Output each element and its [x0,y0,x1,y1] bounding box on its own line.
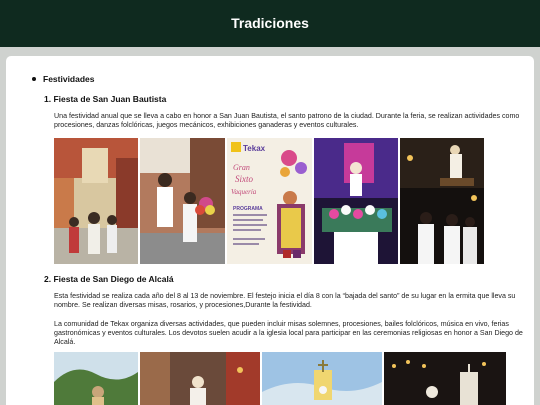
photo-procession-street[interactable] [54,138,138,264]
page-title: Tradiciones [231,15,309,31]
section-title: Festividades [43,74,95,84]
page-header: Tradiciones [0,0,540,47]
photo-san-diego-shrine[interactable] [262,352,382,405]
poster-title-3: Vaquería [231,188,257,196]
photo-san-diego-church-interior[interactable] [140,352,260,405]
item-paragraph-san-diego-2: La comunidad de Tekax organiza diversas … [54,320,523,346]
photo-night-altar[interactable] [314,138,398,264]
poster-program: PROGRAMA [233,206,263,212]
photo-procession-flowers[interactable] [140,138,225,264]
item-heading-san-juan: 1. Fiesta de San Juan Bautista [44,94,167,104]
photo-san-diego-night[interactable] [384,352,506,405]
poster-brand: Tekax [243,144,266,153]
list-bullet [32,77,36,81]
item-paragraph-san-diego-1: Esta festividad se realiza cada año del … [54,292,516,309]
item-heading-san-diego: 2. Fiesta de San Diego de Alcalá [44,274,174,284]
poster-title-1: Gran [233,163,250,172]
item-paragraph-san-juan: Una festividad anual que se lleva a cabo… [54,112,520,129]
poster-title-2: Sixto [235,174,253,184]
photo-vaqueria-poster[interactable]: Tekax Gran Sixto Vaquería PROGRAMA [227,138,312,264]
content-card: Festividades 1. Fiesta de San Juan Bauti… [6,56,534,405]
photo-night-procession[interactable] [400,138,484,264]
photo-san-diego-hill[interactable] [54,352,138,405]
